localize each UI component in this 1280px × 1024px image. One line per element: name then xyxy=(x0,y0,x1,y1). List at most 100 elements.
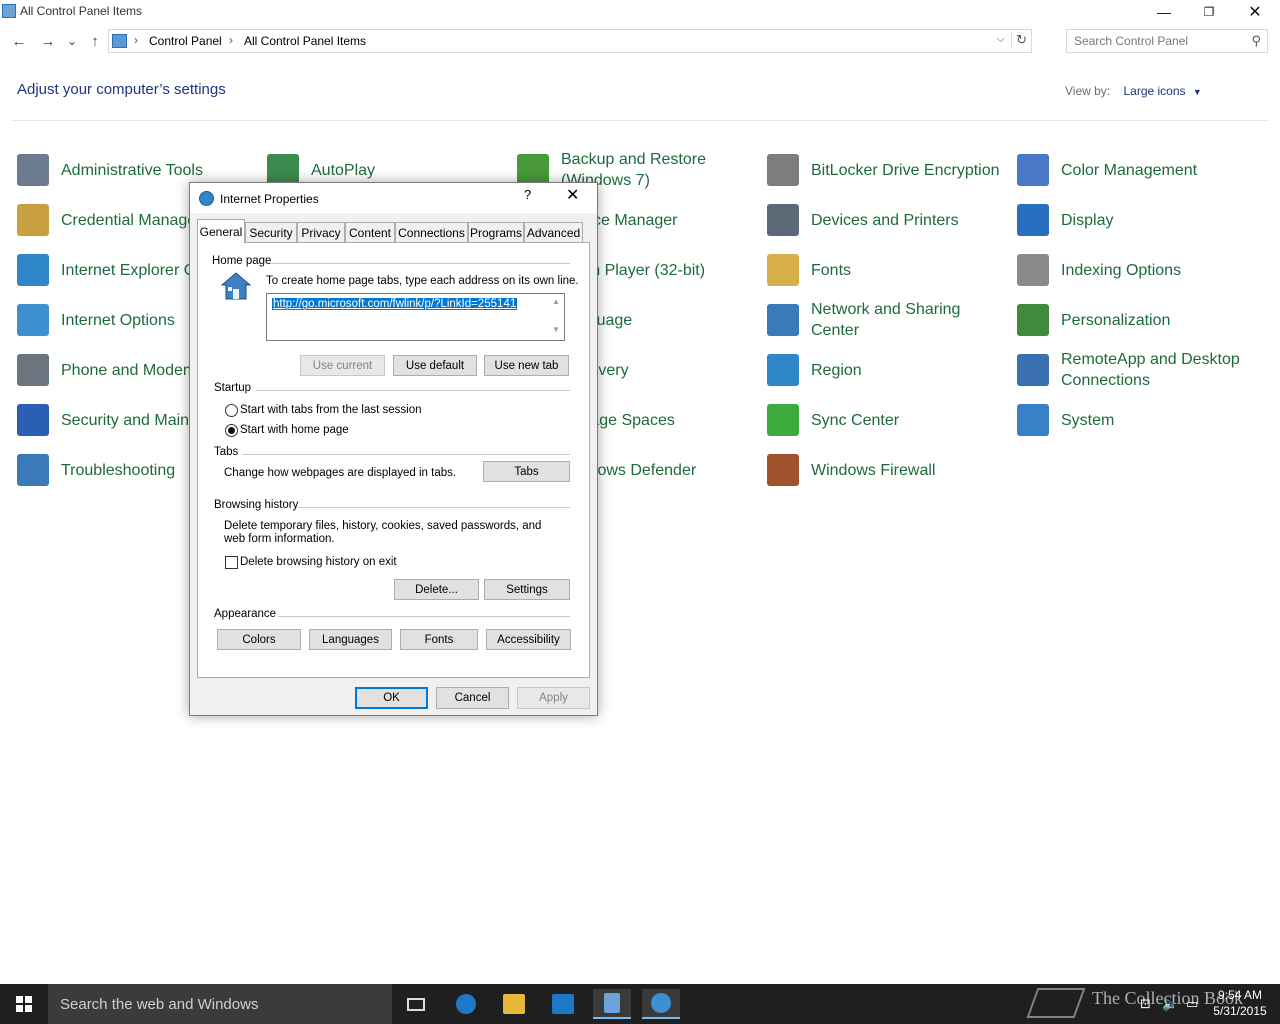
textarea-scrollbar[interactable]: ▲ ▼ xyxy=(549,295,563,339)
address-bar[interactable]: › Control Panel › All Control Panel Item… xyxy=(108,29,1032,53)
fonts-button[interactable]: Fonts xyxy=(400,629,478,650)
tab-advanced[interactable]: Advanced xyxy=(524,222,583,242)
tab-connections[interactable]: Connections xyxy=(395,222,468,242)
use-default-button[interactable]: Use default xyxy=(393,355,477,376)
close-window-button[interactable]: ✕ xyxy=(1232,0,1278,24)
breadcrumb-control-panel[interactable]: Control Panel xyxy=(149,34,222,48)
forward-button[interactable]: → xyxy=(38,31,58,51)
taskbar-search-placeholder[interactable]: Search the web and Windows xyxy=(60,996,258,1013)
home-page-icon xyxy=(220,271,252,301)
ok-button[interactable]: OK xyxy=(355,687,428,709)
control-panel-item-label[interactable]: RemoteApp and Desktop Connections xyxy=(1061,349,1257,391)
control-panel-item[interactable]: Sync Center xyxy=(767,400,1007,440)
taskbar-control-panel-button[interactable] xyxy=(593,989,631,1019)
task-view-button[interactable] xyxy=(397,989,435,1019)
view-by-dropdown[interactable]: Large icons xyxy=(1123,84,1185,98)
delete-history-button[interactable]: Delete... xyxy=(394,579,479,600)
search-box[interactable]: ⚲ xyxy=(1066,29,1268,53)
control-panel-item-label[interactable]: Region xyxy=(811,360,862,381)
control-panel-item-label[interactable]: System xyxy=(1061,410,1114,431)
tab-privacy[interactable]: Privacy xyxy=(297,222,345,242)
option-last-session-label[interactable]: Start with tabs from the last session xyxy=(240,404,422,416)
personalization-icon xyxy=(1017,304,1049,336)
start-button[interactable] xyxy=(0,984,48,1024)
recent-locations-button[interactable]: ⌄ xyxy=(62,31,82,51)
restore-button[interactable]: ❐ xyxy=(1186,0,1232,24)
control-panel-item-label[interactable]: Phone and Modem xyxy=(61,360,196,381)
languages-button[interactable]: Languages xyxy=(309,629,392,650)
accessibility-button[interactable]: Accessibility xyxy=(486,629,571,650)
taskbar-internet-options-button[interactable] xyxy=(642,989,680,1019)
tabs-button[interactable]: Tabs xyxy=(483,461,570,482)
clock[interactable]: 9:54 AM 5/31/2015 xyxy=(1210,987,1270,1019)
taskbar-file-explorer-button[interactable] xyxy=(495,989,533,1019)
chevron-down-icon[interactable]: ▼ xyxy=(1193,87,1202,97)
control-panel-item-label[interactable]: Windows Firewall xyxy=(811,460,935,481)
taskbar-store-button[interactable] xyxy=(544,989,582,1019)
control-panel-item-label[interactable]: BitLocker Drive Encryption xyxy=(811,160,1000,181)
control-panel-item[interactable]: Network and Sharing Center xyxy=(767,300,1007,340)
control-panel-item-label[interactable]: Sync Center xyxy=(811,410,899,431)
use-new-tab-button[interactable]: Use new tab xyxy=(484,355,569,376)
control-panel-item-label[interactable]: Personalization xyxy=(1061,310,1170,331)
breadcrumb-all-items[interactable]: All Control Panel Items xyxy=(244,34,366,48)
control-panel-item-label[interactable]: Administrative Tools xyxy=(61,160,203,181)
control-panel-item[interactable]: Devices and Printers xyxy=(767,200,1007,240)
tab-programs[interactable]: Programs xyxy=(468,222,524,242)
tab-content[interactable]: Content xyxy=(345,222,395,242)
use-current-button[interactable]: Use current xyxy=(300,355,385,376)
breadcrumb-chevron-icon[interactable]: › xyxy=(134,33,138,47)
control-panel-item-label[interactable]: AutoPlay xyxy=(311,160,375,181)
history-settings-button[interactable]: Settings xyxy=(484,579,570,600)
home-page-url[interactable]: http://go.microsoft.com/fwlink/p/?LinkId… xyxy=(272,298,518,310)
colors-button[interactable]: Colors xyxy=(217,629,301,650)
refresh-icon[interactable]: ↻ xyxy=(1011,32,1027,48)
apply-button[interactable]: Apply xyxy=(517,687,590,709)
control-panel-item-label[interactable]: Indexing Options xyxy=(1061,260,1181,281)
control-panel-item-label[interactable]: Troubleshooting xyxy=(61,460,175,481)
taskbar-edge-button[interactable] xyxy=(447,989,485,1019)
control-panel-item[interactable]: Display xyxy=(1017,200,1257,240)
control-panel-item[interactable]: Personalization xyxy=(1017,300,1257,340)
radio-home-page[interactable] xyxy=(225,424,238,437)
control-panel-item-label[interactable]: Internet Options xyxy=(61,310,175,331)
control-panel-item[interactable]: Fonts xyxy=(767,250,1007,290)
control-panel-item[interactable]: System xyxy=(1017,400,1257,440)
tab-general[interactable]: General xyxy=(197,219,245,243)
control-panel-item[interactable]: Windows Firewall xyxy=(767,450,1007,490)
control-panel-item[interactable]: RemoteApp and Desktop Connections xyxy=(1017,350,1257,390)
delete-on-exit-checkbox[interactable] xyxy=(225,556,238,569)
minimize-button[interactable]: — xyxy=(1141,0,1187,24)
control-panel-item[interactable]: Color Management xyxy=(1017,150,1257,190)
action-center-icon[interactable]: ▭ xyxy=(1186,996,1198,1012)
control-panel-item-label[interactable]: Devices and Printers xyxy=(811,210,959,231)
volume-icon[interactable]: 🔈 xyxy=(1162,996,1178,1012)
control-panel-item-label[interactable]: Fonts xyxy=(811,260,851,281)
option-home-page-label[interactable]: Start with home page xyxy=(240,424,349,436)
network-icon[interactable]: ⊡ xyxy=(1140,996,1151,1012)
control-panel-item[interactable]: BitLocker Drive Encryption xyxy=(767,150,1007,190)
control-panel-item-label[interactable]: Display xyxy=(1061,210,1113,231)
close-dialog-button[interactable]: ✕ xyxy=(566,185,579,205)
control-panel-item-label[interactable]: Network and Sharing Center xyxy=(811,299,1007,341)
home-page-url-textarea[interactable]: http://go.microsoft.com/fwlink/p/?LinkId… xyxy=(266,293,565,341)
up-button[interactable]: ↑ xyxy=(85,31,105,51)
window-titlebar: All Control Panel Items — ❐ ✕ xyxy=(0,0,1280,24)
control-panel-item-label[interactable]: Credential Manager xyxy=(61,210,202,231)
delete-on-exit-label[interactable]: Delete browsing history on exit xyxy=(240,556,397,568)
tab-security[interactable]: Security xyxy=(245,222,297,242)
help-button[interactable]: ? xyxy=(524,187,531,202)
back-button[interactable]: ← xyxy=(9,31,29,51)
taskbar-search-box[interactable]: Search the web and Windows xyxy=(48,984,392,1024)
divider xyxy=(270,263,570,264)
cancel-button[interactable]: Cancel xyxy=(436,687,509,709)
control-panel-item[interactable]: Indexing Options xyxy=(1017,250,1257,290)
search-icon[interactable]: ⚲ xyxy=(1251,33,1261,49)
control-panel-item[interactable]: Region xyxy=(767,350,1007,390)
divider xyxy=(298,507,570,508)
address-dropdown-icon[interactable]: ⌵ xyxy=(997,33,1005,46)
search-input[interactable] xyxy=(1074,31,1244,51)
breadcrumb-chevron-icon[interactable]: › xyxy=(229,33,233,47)
control-panel-item-label[interactable]: Color Management xyxy=(1061,160,1197,181)
radio-last-session[interactable] xyxy=(225,404,238,417)
